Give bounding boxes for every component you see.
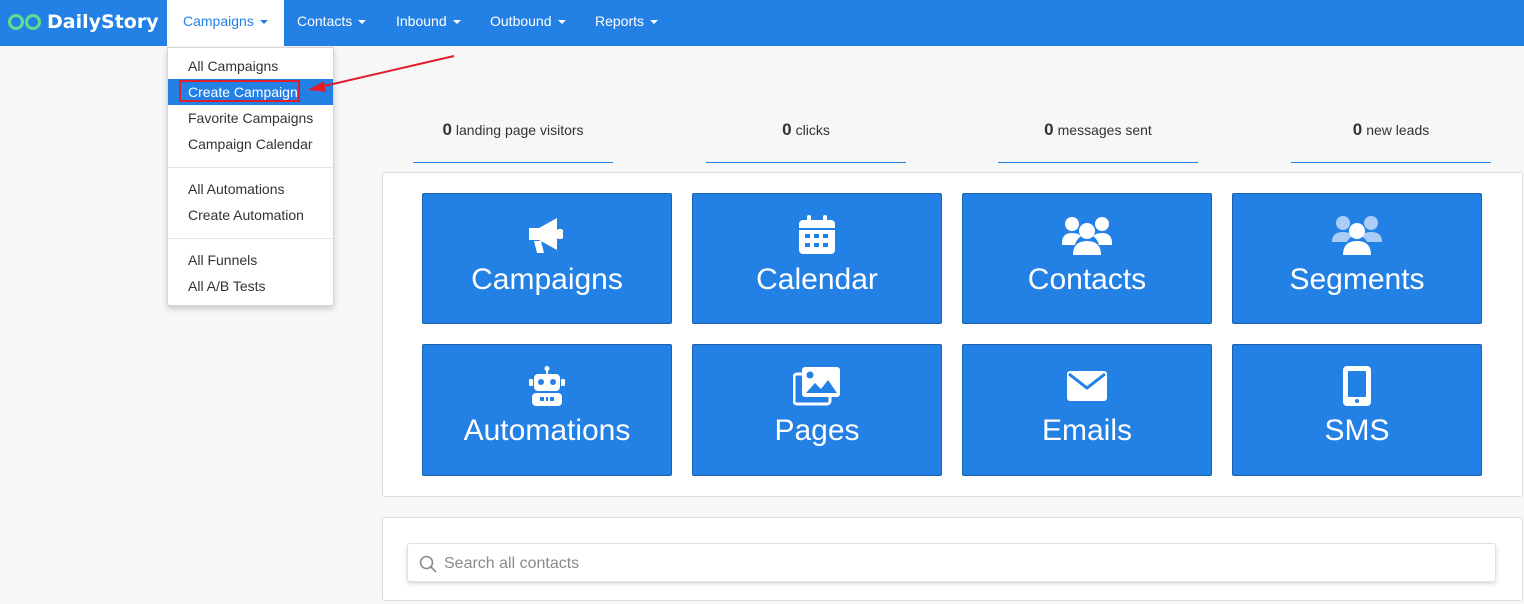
caret-down-icon (259, 20, 268, 25)
robot-icon (423, 365, 671, 407)
stat-value: 0 (442, 120, 452, 139)
users-icon (963, 214, 1211, 256)
caret-down-icon (358, 20, 367, 25)
stat-value: 0 (782, 120, 792, 139)
tile-label: Automations (463, 414, 631, 447)
nav-inbound[interactable]: Inbound (380, 0, 477, 46)
tile-label: Contacts (1027, 263, 1147, 296)
stat-messages-sent: 0 messages sent (998, 110, 1198, 163)
menu-divider (168, 238, 333, 239)
nav-contacts-label: Contacts (297, 13, 353, 29)
mobile-icon (1233, 365, 1481, 407)
menu-item-all-ab-tests[interactable]: All A/B Tests (168, 273, 333, 299)
brand-name: DailyStory (47, 11, 159, 33)
menu-item-all-funnels[interactable]: All Funnels (168, 247, 333, 273)
contact-search (407, 543, 1496, 583)
tile-label: SMS (1324, 414, 1390, 447)
user-group-icon (1233, 214, 1481, 256)
nav-contacts[interactable]: Contacts (281, 0, 382, 46)
stat-value: 0 (1352, 120, 1363, 139)
tile-label: Segments (1289, 263, 1425, 296)
tile-label: Pages (774, 414, 860, 447)
annotation-highlight-box (179, 80, 300, 102)
envelope-icon (963, 365, 1211, 407)
caret-down-icon (452, 20, 461, 25)
tile-sms[interactable]: SMS (1232, 344, 1482, 476)
stat-label: clicks (795, 122, 830, 138)
stat-label: new leads (1366, 122, 1430, 138)
stat-clicks: 0 clicks (706, 110, 906, 163)
images-icon (693, 365, 941, 407)
nav-outbound-label: Outbound (490, 13, 552, 29)
menu-item-campaign-calendar[interactable]: Campaign Calendar (168, 131, 333, 157)
nav-inbound-label: Inbound (396, 13, 447, 29)
tile-label: Emails (1041, 414, 1132, 447)
caret-down-icon (557, 20, 566, 25)
nav-outbound[interactable]: Outbound (474, 0, 582, 46)
calendar-icon (693, 214, 941, 256)
top-navbar: DailyStory Campaigns Contacts Inbound Ou… (0, 0, 1524, 46)
megaphone-icon (423, 214, 671, 256)
stat-label: landing page visitors (455, 122, 584, 138)
search-input[interactable] (442, 544, 1486, 583)
tile-label: Calendar (756, 263, 878, 296)
nav-campaigns-label: Campaigns (183, 13, 254, 29)
search-icon (419, 555, 437, 573)
annotation-arrow-icon (308, 55, 455, 92)
stat-landing-page-visitors: 0 landing page visitors (413, 110, 613, 163)
menu-divider (168, 167, 333, 168)
caret-down-icon (650, 20, 659, 25)
menu-item-create-automation[interactable]: Create Automation (168, 202, 333, 228)
tile-contacts[interactable]: Contacts (962, 193, 1212, 324)
menu-item-all-automations[interactable]: All Automations (168, 176, 333, 202)
nav-reports[interactable]: Reports (579, 0, 674, 46)
menu-item-favorite-campaigns[interactable]: Favorite Campaigns (168, 105, 333, 131)
tile-segments[interactable]: Segments (1232, 193, 1482, 324)
stat-label: messages sent (1057, 122, 1152, 138)
tile-campaigns[interactable]: Campaigns (422, 193, 672, 324)
nav-reports-label: Reports (595, 13, 645, 29)
tile-emails[interactable]: Emails (962, 344, 1212, 476)
tile-label: Campaigns (471, 263, 623, 296)
infinity-logo-icon (8, 14, 41, 30)
nav-campaigns[interactable]: Campaigns (167, 0, 284, 46)
tile-calendar[interactable]: Calendar (692, 193, 942, 324)
brand-logo[interactable]: DailyStory (7, 8, 159, 36)
stat-value: 0 (1044, 120, 1054, 139)
tile-pages[interactable]: Pages (692, 344, 942, 476)
stat-new-leads: 0 new leads (1291, 110, 1491, 163)
tile-automations[interactable]: Automations (422, 344, 672, 476)
